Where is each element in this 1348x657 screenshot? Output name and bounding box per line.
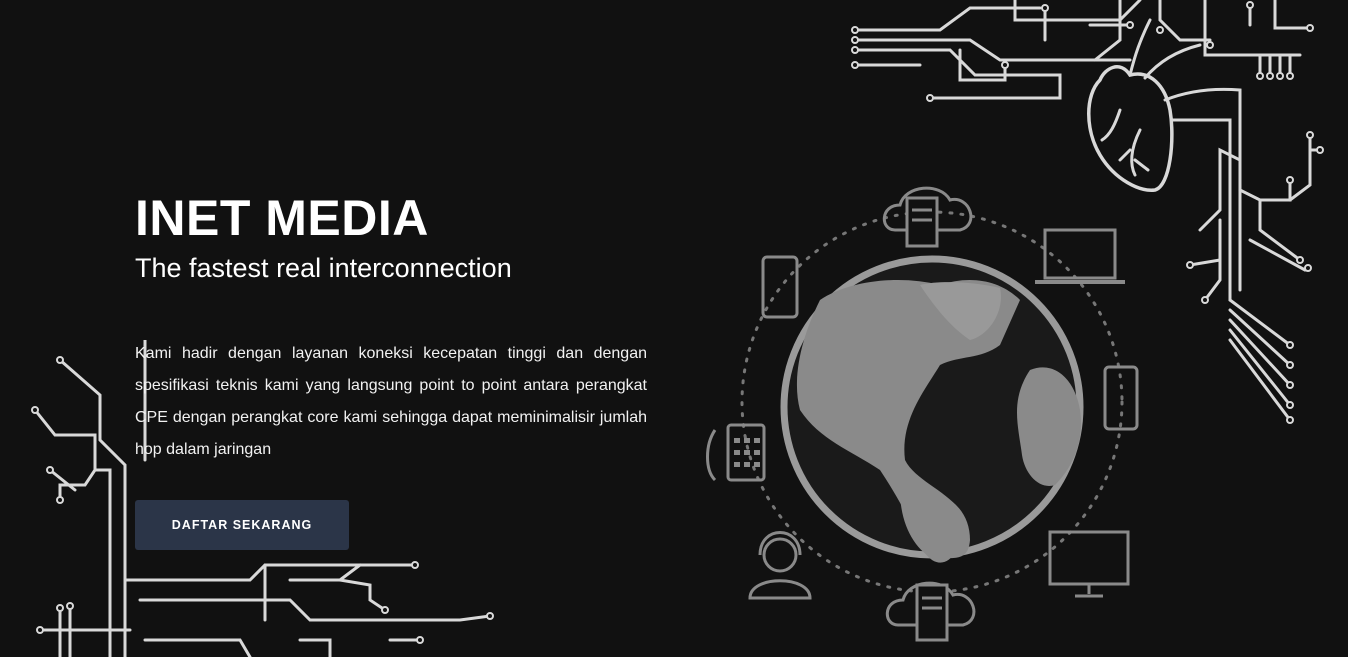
cloud-server-icon [885,581,976,642]
hero-section: INET MEDIA The fastest real interconnect… [135,188,647,466]
laptop-icon [1035,228,1125,284]
hero-subtitle: The fastest real interconnection [135,253,512,283]
phone-icon [706,423,766,482]
register-now-button[interactable]: DAFTAR SEKARANG [135,500,349,550]
globe-icon [780,255,1084,563]
hero-title: INET MEDIA [135,190,429,246]
headset-agent-icon [748,531,812,600]
hero-description: Kami hadir dengan layanan koneksi kecepa… [135,345,647,458]
cloud-server-icon [882,186,973,248]
globe-network-illustration [706,186,1139,642]
